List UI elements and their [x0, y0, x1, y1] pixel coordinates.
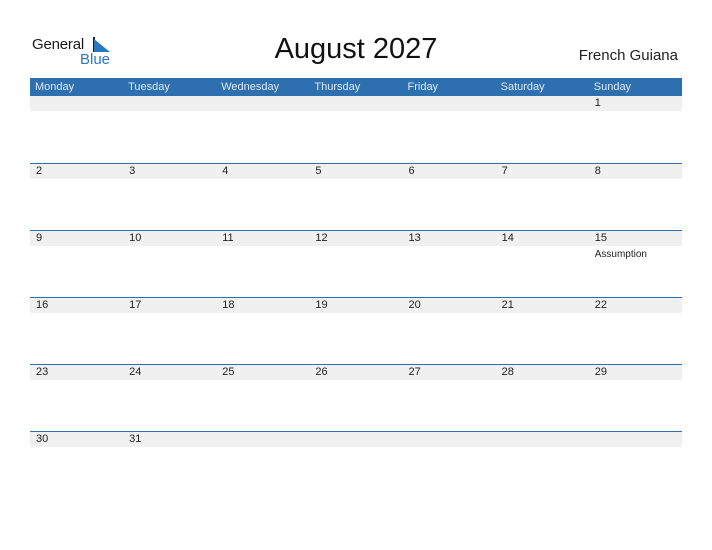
day-cell: 24 — [123, 365, 216, 425]
day-number: 31 — [129, 433, 142, 445]
day-number: 26 — [315, 366, 328, 378]
day-number: 7 — [501, 165, 508, 177]
day-cell: 23 — [30, 365, 123, 425]
day-cell — [309, 96, 402, 156]
day-cell — [216, 432, 309, 492]
day-number: 30 — [36, 433, 49, 445]
day-number: 4 — [222, 165, 229, 177]
day-number: 15 — [594, 232, 607, 244]
week-cells: 2 3 4 5 6 7 8 — [30, 164, 682, 224]
day-cell — [589, 432, 682, 492]
week-cells: 16 17 18 19 20 21 22 — [30, 298, 682, 358]
day-cell: 6 — [403, 164, 496, 224]
week-cells: 9 10 11 12 13 14 15 Assumption — [30, 231, 682, 291]
weekday-wednesday: Wednesday — [221, 81, 280, 93]
week-row: 1 — [30, 96, 682, 163]
day-cell — [30, 96, 123, 156]
day-number: 2 — [36, 165, 43, 177]
day-cell: 19 — [309, 298, 402, 358]
day-number: 6 — [408, 165, 415, 177]
day-cell: 11 — [216, 231, 309, 291]
weeks-container: 1 2 3 4 5 6 7 8 9 10 11 12 13 14 15 Assumption 16 17 18 19 2… — [30, 96, 682, 498]
calendar-grid: Monday Tuesday Wednesday Thursday Friday Satu… — [30, 78, 682, 498]
day-number: 3 — [129, 165, 136, 177]
day-cell: 1 — [589, 96, 682, 156]
day-number: 10 — [129, 232, 142, 244]
day-cell: 28 — [496, 365, 589, 425]
day-cell — [123, 96, 216, 156]
week-cells: 30 31 — [30, 432, 682, 492]
holiday-label: Assumption — [594, 249, 647, 260]
day-cell: 31 — [123, 432, 216, 492]
day-number: 29 — [594, 366, 607, 378]
day-cell — [496, 432, 589, 492]
day-cell: 4 — [216, 164, 309, 224]
day-cell: 13 — [403, 231, 496, 291]
day-number: 5 — [315, 165, 322, 177]
day-cell: 21 — [496, 298, 589, 358]
day-cell — [216, 96, 309, 156]
day-cell — [403, 96, 496, 156]
day-number: 22 — [594, 299, 607, 311]
day-cell: 2 — [30, 164, 123, 224]
region-label: French Guiana — [578, 47, 678, 64]
day-cell: 3 — [123, 164, 216, 224]
day-cell: 22 — [589, 298, 682, 358]
day-cell: 7 — [496, 164, 589, 224]
day-cell: 18 — [216, 298, 309, 358]
day-cell — [309, 432, 402, 492]
day-number: 9 — [36, 232, 43, 244]
day-cell: 30 — [30, 432, 123, 492]
day-number: 24 — [129, 366, 142, 378]
day-number: 1 — [594, 97, 601, 109]
weekday-friday: Friday — [407, 81, 439, 93]
day-cell: 8 — [589, 164, 682, 224]
day-number: 11 — [222, 232, 234, 244]
day-number: 13 — [408, 232, 421, 244]
week-row: 30 31 — [30, 431, 682, 498]
day-cell: 14 — [496, 231, 589, 291]
day-cell: 10 — [123, 231, 216, 291]
weekday-thursday: Thursday — [314, 81, 361, 93]
day-cell: 5 — [309, 164, 402, 224]
day-number: 17 — [129, 299, 142, 311]
day-number: 23 — [36, 366, 49, 378]
weekday-tuesday: Tuesday — [128, 81, 170, 93]
week-row: 23 24 25 26 27 28 29 — [30, 364, 682, 431]
day-cell: 16 — [30, 298, 123, 358]
day-cell: 25 — [216, 365, 309, 425]
day-cell: 29 — [589, 365, 682, 425]
week-cells: 23 24 25 26 27 28 29 — [30, 365, 682, 425]
week-row: 2 3 4 5 6 7 8 — [30, 163, 682, 230]
day-cell — [496, 96, 589, 156]
week-row: 16 17 18 19 20 21 22 — [30, 297, 682, 364]
weekday-saturday: Saturday — [500, 81, 545, 93]
day-number: 21 — [501, 299, 514, 311]
day-cell: 26 — [309, 365, 402, 425]
day-cell: 27 — [403, 365, 496, 425]
day-cell — [403, 432, 496, 492]
weekday-header: Monday Tuesday Wednesday Thursday Friday Satu… — [30, 78, 682, 96]
day-cell: 20 — [403, 298, 496, 358]
day-cell: 17 — [123, 298, 216, 358]
day-number: 14 — [501, 232, 514, 244]
day-number: 12 — [315, 232, 328, 244]
day-number: 8 — [594, 165, 601, 177]
week-cells: 1 — [30, 96, 682, 156]
weekday-monday: Monday — [35, 81, 75, 93]
day-number: 25 — [222, 366, 235, 378]
day-cell: 15 Assumption — [589, 231, 682, 291]
day-number: 18 — [222, 299, 235, 311]
day-number: 28 — [501, 366, 514, 378]
day-number: 20 — [408, 299, 421, 311]
day-number: 27 — [408, 366, 421, 378]
weekday-sunday: Sunday — [593, 81, 632, 93]
day-cell: 9 — [30, 231, 123, 291]
day-number: 19 — [315, 299, 328, 311]
day-number: 16 — [36, 299, 49, 311]
week-row: 9 10 11 12 13 14 15 Assumption — [30, 230, 682, 297]
day-cell: 12 — [309, 231, 402, 291]
